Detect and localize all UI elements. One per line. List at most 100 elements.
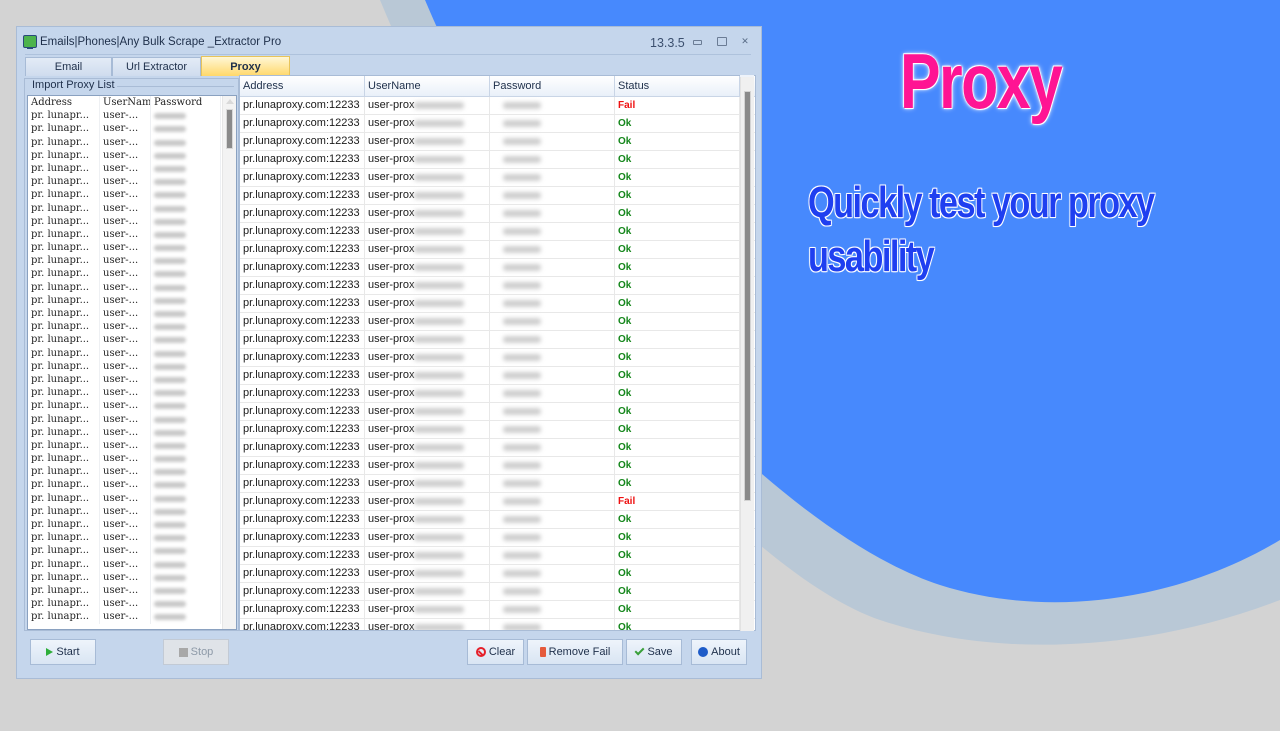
table-row[interactable]: pr.lunaproxy.com:12233 user-prox Ok bbox=[240, 133, 755, 151]
column-header-username[interactable]: UserName bbox=[365, 76, 490, 97]
import-list-row[interactable]: pr. lunapr... user-... bbox=[28, 122, 236, 136]
table-row[interactable]: pr.lunaproxy.com:12233 user-prox Ok bbox=[240, 313, 755, 331]
import-list-row[interactable]: pr. lunapr... user-... bbox=[28, 597, 236, 611]
status-badge: Ok bbox=[615, 367, 740, 384]
import-list-row[interactable]: pr. lunapr... user-... bbox=[28, 135, 236, 149]
import-list-row[interactable]: pr. lunapr... user-... bbox=[28, 478, 236, 492]
table-row[interactable]: pr.lunaproxy.com:12233 user-prox Ok bbox=[240, 223, 755, 241]
table-row[interactable]: pr.lunaproxy.com:12233 user-prox Ok bbox=[240, 475, 755, 493]
import-list-row[interactable]: pr. lunapr... user-... bbox=[28, 241, 236, 255]
table-row[interactable]: pr.lunaproxy.com:12233 user-prox Ok bbox=[240, 205, 755, 223]
results-scrollbar[interactable] bbox=[740, 77, 754, 631]
import-list-row[interactable]: pr. lunapr... user-... bbox=[28, 452, 236, 466]
table-row[interactable]: pr.lunaproxy.com:12233 user-prox Ok bbox=[240, 565, 755, 583]
column-header-username[interactable]: UserName bbox=[100, 96, 151, 110]
import-list-row[interactable]: pr. lunapr... user-... bbox=[28, 227, 236, 242]
import-list-row[interactable]: pr. lunapr... user-... bbox=[28, 346, 236, 360]
table-row[interactable]: pr.lunaproxy.com:12233 user-prox Ok bbox=[240, 547, 755, 565]
start-button[interactable]: Start bbox=[30, 639, 96, 665]
table-row[interactable]: pr.lunaproxy.com:12233 user-prox Ok bbox=[240, 511, 755, 529]
tab-proxy[interactable]: Proxy bbox=[201, 56, 290, 76]
import-list-row[interactable]: pr. lunapr... user-... bbox=[28, 412, 236, 426]
table-row[interactable]: pr.lunaproxy.com:12233 user-prox Ok bbox=[240, 403, 755, 421]
table-row[interactable]: pr.lunaproxy.com:12233 user-prox Fail bbox=[240, 493, 755, 511]
import-list-row[interactable]: pr. lunapr... user-... bbox=[28, 280, 236, 294]
scroll-up-icon[interactable] bbox=[226, 99, 234, 104]
column-header-password[interactable]: Password bbox=[490, 76, 615, 97]
table-row[interactable]: pr.lunaproxy.com:12233 user-prox Ok bbox=[240, 349, 755, 367]
import-list-row[interactable]: pr. lunapr... user-... bbox=[28, 293, 236, 307]
import-list-row[interactable]: pr. lunapr... user-... bbox=[28, 570, 236, 584]
proxy-address: pr. lunapr... bbox=[28, 333, 100, 347]
stop-button[interactable]: Stop bbox=[163, 639, 229, 665]
column-header-password[interactable]: Password bbox=[151, 96, 221, 110]
table-row[interactable]: pr.lunaproxy.com:12233 user-prox Ok bbox=[240, 277, 755, 295]
table-row[interactable]: pr.lunaproxy.com:12233 user-prox Ok bbox=[240, 529, 755, 547]
table-row[interactable]: pr.lunaproxy.com:12233 user-prox Ok bbox=[240, 439, 755, 457]
tab-email-extractor[interactable]: Email Extrator bbox=[25, 57, 112, 92]
import-list-row[interactable]: pr. lunapr... user-... bbox=[28, 307, 236, 321]
table-row[interactable]: pr.lunaproxy.com:12233 user-prox Ok bbox=[240, 367, 755, 385]
import-list-row[interactable]: pr. lunapr... user-... bbox=[28, 583, 236, 598]
redacted-password bbox=[154, 139, 186, 146]
about-button[interactable]: About bbox=[691, 639, 747, 665]
import-list-row[interactable]: pr. lunapr... user-... bbox=[28, 201, 236, 215]
table-row[interactable]: pr.lunaproxy.com:12233 user-prox Ok bbox=[240, 169, 755, 187]
table-row[interactable]: pr.lunaproxy.com:12233 user-prox Ok bbox=[240, 331, 755, 349]
table-row[interactable]: pr.lunaproxy.com:12233 user-prox Ok bbox=[240, 385, 755, 403]
import-list-row[interactable]: pr. lunapr... user-... bbox=[28, 465, 236, 479]
import-list-row[interactable]: pr. lunapr... user-... bbox=[28, 214, 236, 228]
tab-url-extractor[interactable]: Url Extractor bbox=[112, 57, 201, 76]
import-list-row[interactable]: pr. lunapr... user-... bbox=[28, 372, 236, 387]
import-list-row[interactable]: pr. lunapr... user-... bbox=[28, 557, 236, 571]
scrollbar-thumb[interactable] bbox=[744, 91, 751, 501]
import-list-row[interactable]: pr. lunapr... user-... bbox=[28, 188, 236, 202]
table-row[interactable]: pr.lunaproxy.com:12233 user-prox Ok bbox=[240, 421, 755, 439]
import-list-row[interactable]: pr. lunapr... user-... bbox=[28, 175, 236, 189]
column-header-address[interactable]: Address bbox=[28, 96, 100, 110]
import-list-row[interactable]: pr. lunapr... user-... bbox=[28, 359, 236, 373]
import-list-scrollbar[interactable] bbox=[222, 96, 236, 629]
column-header-address[interactable]: Address bbox=[240, 76, 365, 97]
import-list-row[interactable]: pr. lunapr... user-... bbox=[28, 425, 236, 439]
import-list-row[interactable]: pr. lunapr... user-... bbox=[28, 544, 236, 558]
table-row[interactable]: pr.lunaproxy.com:12233 user-prox Ok bbox=[240, 115, 755, 133]
import-list-row[interactable]: pr. lunapr... user-... bbox=[28, 504, 236, 518]
column-header-status[interactable]: Status bbox=[615, 76, 740, 97]
redacted-password bbox=[503, 245, 541, 253]
import-list-row[interactable]: pr. lunapr... user-... bbox=[28, 518, 236, 532]
import-list-row[interactable]: pr. lunapr... user-... bbox=[28, 267, 236, 281]
table-row[interactable]: pr.lunaproxy.com:12233 user-prox Ok bbox=[240, 457, 755, 475]
import-list-row[interactable]: pr. lunapr... user-... bbox=[28, 161, 236, 176]
import-list-row[interactable]: pr. lunapr... user-... bbox=[28, 399, 236, 413]
table-row[interactable]: pr.lunaproxy.com:12233 user-prox Ok bbox=[240, 241, 755, 259]
import-list-row[interactable]: pr. lunapr... user-... bbox=[28, 610, 236, 624]
table-row[interactable]: pr.lunaproxy.com:12233 user-prox Ok bbox=[240, 151, 755, 169]
proxy-username: user-... bbox=[100, 372, 151, 387]
close-icon[interactable]: ✕ bbox=[740, 37, 750, 46]
table-row[interactable]: pr.lunaproxy.com:12233 user-prox Ok bbox=[240, 259, 755, 277]
import-list-row[interactable]: pr. lunapr... user-... bbox=[28, 148, 236, 162]
import-list-row[interactable]: pr. lunapr... user-... bbox=[28, 531, 236, 545]
table-row[interactable]: pr.lunaproxy.com:12233 user-prox Fail bbox=[240, 97, 755, 115]
minimize-icon[interactable] bbox=[692, 37, 702, 46]
import-list-row[interactable]: pr. lunapr... user-... bbox=[28, 386, 236, 400]
table-row[interactable]: pr.lunaproxy.com:12233 user-prox Ok bbox=[240, 583, 755, 601]
import-list-row[interactable]: pr. lunapr... user-... bbox=[28, 438, 236, 453]
maximize-icon[interactable] bbox=[717, 37, 727, 46]
clear-button[interactable]: Clear bbox=[467, 639, 524, 665]
import-list-row[interactable]: pr. lunapr... user-... bbox=[28, 320, 236, 334]
import-list-row[interactable]: pr. lunapr... user-... bbox=[28, 254, 236, 268]
table-row[interactable]: pr.lunaproxy.com:12233 user-prox Ok bbox=[240, 295, 755, 313]
import-list-row[interactable]: pr. lunapr... user-... bbox=[28, 333, 236, 347]
import-list-row[interactable]: pr. lunapr... user-... bbox=[28, 491, 236, 505]
import-list-row[interactable]: pr. lunapr... user-... bbox=[28, 109, 236, 123]
scrollbar-thumb[interactable] bbox=[226, 109, 233, 149]
remove-fail-button[interactable]: Remove Fail bbox=[527, 639, 623, 665]
proxy-username: user-... bbox=[100, 531, 151, 545]
save-button[interactable]: Save bbox=[626, 639, 682, 665]
table-row[interactable]: pr.lunaproxy.com:12233 user-prox Ok bbox=[240, 187, 755, 205]
table-row[interactable]: pr.lunaproxy.com:12233 user-prox Ok bbox=[240, 601, 755, 619]
import-proxy-list[interactable]: Address UserName Password pr. lunapr...u… bbox=[27, 95, 237, 630]
table-row[interactable]: pr.lunaproxy.com:12233 user-prox Ok bbox=[240, 619, 755, 630]
